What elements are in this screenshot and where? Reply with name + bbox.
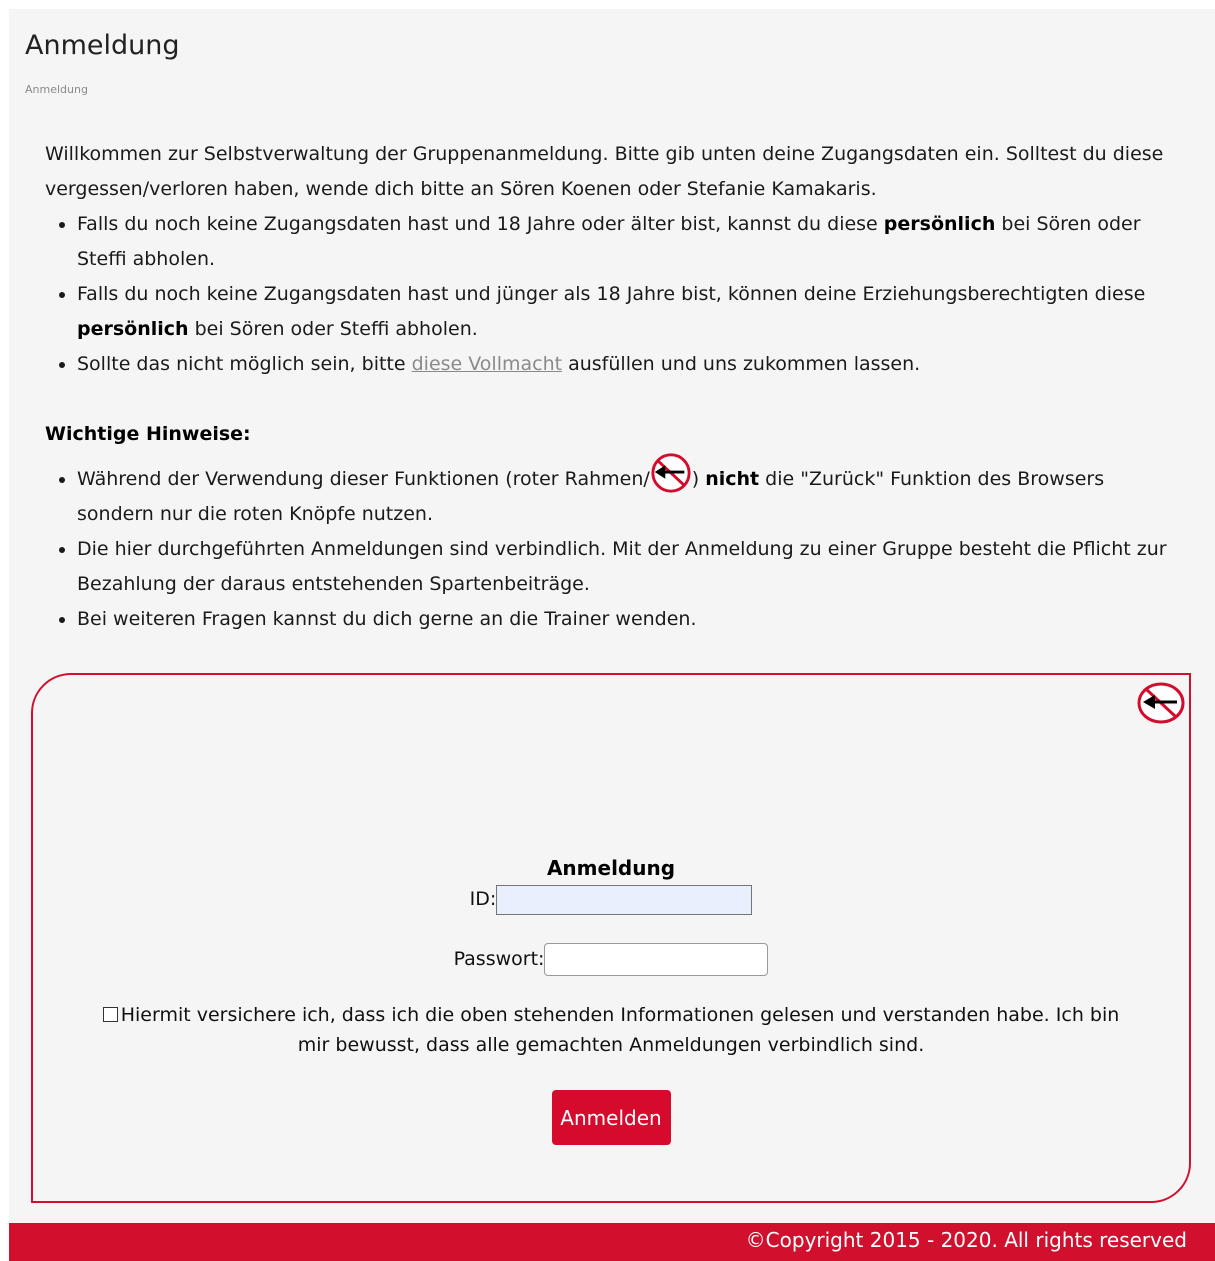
id-input[interactable] [496, 884, 753, 915]
form-title: Anmeldung [546, 856, 676, 880]
list-item: Während der Verwendung dieser Funktionen… [77, 452, 1170, 532]
list-item: Sollte das nicht möglich sein, bitte die… [77, 347, 1170, 382]
password-row: Passwort: [33, 943, 1189, 976]
id-label: ID: [469, 888, 497, 910]
list-item: Bei weiteren Fragen kannst du dich gerne… [77, 602, 1170, 637]
consent-label: Hiermit versichere ich, dass ich die obe… [120, 1004, 1120, 1056]
breadcrumb: Anmeldung [25, 83, 88, 96]
page: Anmeldung Anmeldung Willkommen zur Selbs… [9, 9, 1215, 1261]
password-label: Passwort: [453, 948, 545, 970]
password-input[interactable] [544, 943, 769, 976]
list-item: Falls du noch keine Zugangsdaten hast un… [77, 207, 1170, 277]
info-section: Willkommen zur Selbstverwaltung der Grup… [45, 137, 1170, 637]
notes-heading: Wichtige Hinweise: [45, 423, 251, 445]
no-back-icon [651, 453, 691, 493]
no-back-icon [1137, 682, 1185, 724]
list-item: Falls du noch keine Zugangsdaten hast un… [77, 277, 1170, 347]
page-title: Anmeldung [25, 30, 180, 61]
consent-checkbox[interactable] [102, 1007, 118, 1022]
submit-button[interactable]: Anmelden [551, 1090, 671, 1145]
vollmacht-link[interactable]: diese Vollmacht [412, 353, 562, 375]
welcome-text: Willkommen zur Selbstverwaltung der Grup… [45, 143, 1164, 200]
copyright-text: ©Copyright 2015 - 2020. All rights reser… [745, 1228, 1187, 1252]
login-frame: Anmeldung ID: Passwort: Hiermit versiche… [31, 673, 1191, 1203]
notes-list: Während der Verwendung dieser Funktionen… [45, 452, 1170, 637]
id-row: ID: [33, 883, 1189, 915]
access-info-list: Falls du noch keine Zugangsdaten hast un… [45, 207, 1170, 382]
login-form: Anmeldung ID: Passwort: Hiermit versiche… [33, 853, 1189, 1145]
footer: ©Copyright 2015 - 2020. All rights reser… [9, 1223, 1215, 1261]
list-item: Die hier durchgeführten Anmeldungen sind… [77, 532, 1170, 602]
consent-row: Hiermit versichere ich, dass ich die obe… [86, 1000, 1136, 1060]
